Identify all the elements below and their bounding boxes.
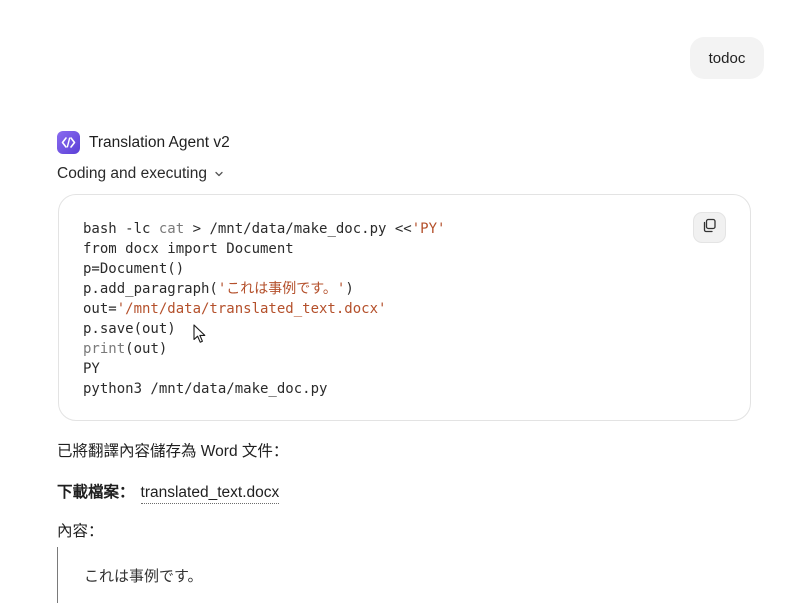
quote-text: これは事例です。 [84,567,203,585]
code-line: python3 /mnt/data/make_doc.py [83,379,445,399]
content-quote: これは事例です。 [57,547,203,603]
code-line: bash -lc cat > /mnt/data/make_doc.py <<'… [83,219,445,239]
code-token: 'これは事例です。' [217,281,346,297]
status-label: Coding and executing [57,165,207,182]
content-label: 內容： [57,523,104,540]
mouse-pointer-icon [193,324,206,343]
saved-note: 已將翻譯內容儲存為 Word 文件： [57,443,289,460]
copy-icon [702,218,717,238]
status-toggle[interactable]: Coding and executing [57,165,225,183]
code-line: p.add_paragraph('これは事例です。') [83,279,445,299]
code-token: p=Document() [83,261,185,277]
code-block: bash -lc cat > /mnt/data/make_doc.py <<'… [58,194,751,421]
code-token: print [83,341,126,357]
user-message-text: todoc [708,49,746,67]
copy-code-button[interactable] [693,212,726,243]
download-link[interactable]: translated_text.docx [140,484,280,504]
agent-code-icon [57,131,80,154]
download-label: 下載檔案： [57,484,135,501]
chat-page: todoc Translation Agent v2 Coding and ex… [0,0,811,611]
download-row: 下載檔案： translated_text.docx [57,480,280,504]
code-line: p=Document() [83,259,445,279]
code-token: python3 /mnt/data/make_doc.py [83,381,328,397]
code-line: print(out) [83,339,445,359]
code-line: p.save(out) [83,319,445,339]
code-token: from docx import Document [83,241,294,257]
code-line: PY [83,359,445,379]
agent-header: Translation Agent v2 [57,131,230,154]
code-token: 'PY' [411,221,446,237]
code-token: cat [158,221,185,237]
code-token: ) [345,281,354,297]
code-token: p.add_paragraph( [83,281,218,297]
chevron-down-icon [213,168,225,180]
code-token: out= [83,301,117,317]
code-line: out='/mnt/data/translated_text.docx' [83,299,445,319]
code-token: bash -lc [83,221,159,237]
user-message-bubble: todoc [690,37,764,79]
code-token: > /mnt/data/make_doc.py << [184,221,412,237]
code-content: bash -lc cat > /mnt/data/make_doc.py <<'… [83,219,445,399]
code-token: '/mnt/data/translated_text.docx' [116,301,387,317]
code-token: PY [83,361,100,377]
agent-name: Translation Agent v2 [89,133,230,151]
code-line: from docx import Document [83,239,445,259]
code-token: p.save(out) [83,321,176,337]
code-token: (out) [125,341,168,357]
